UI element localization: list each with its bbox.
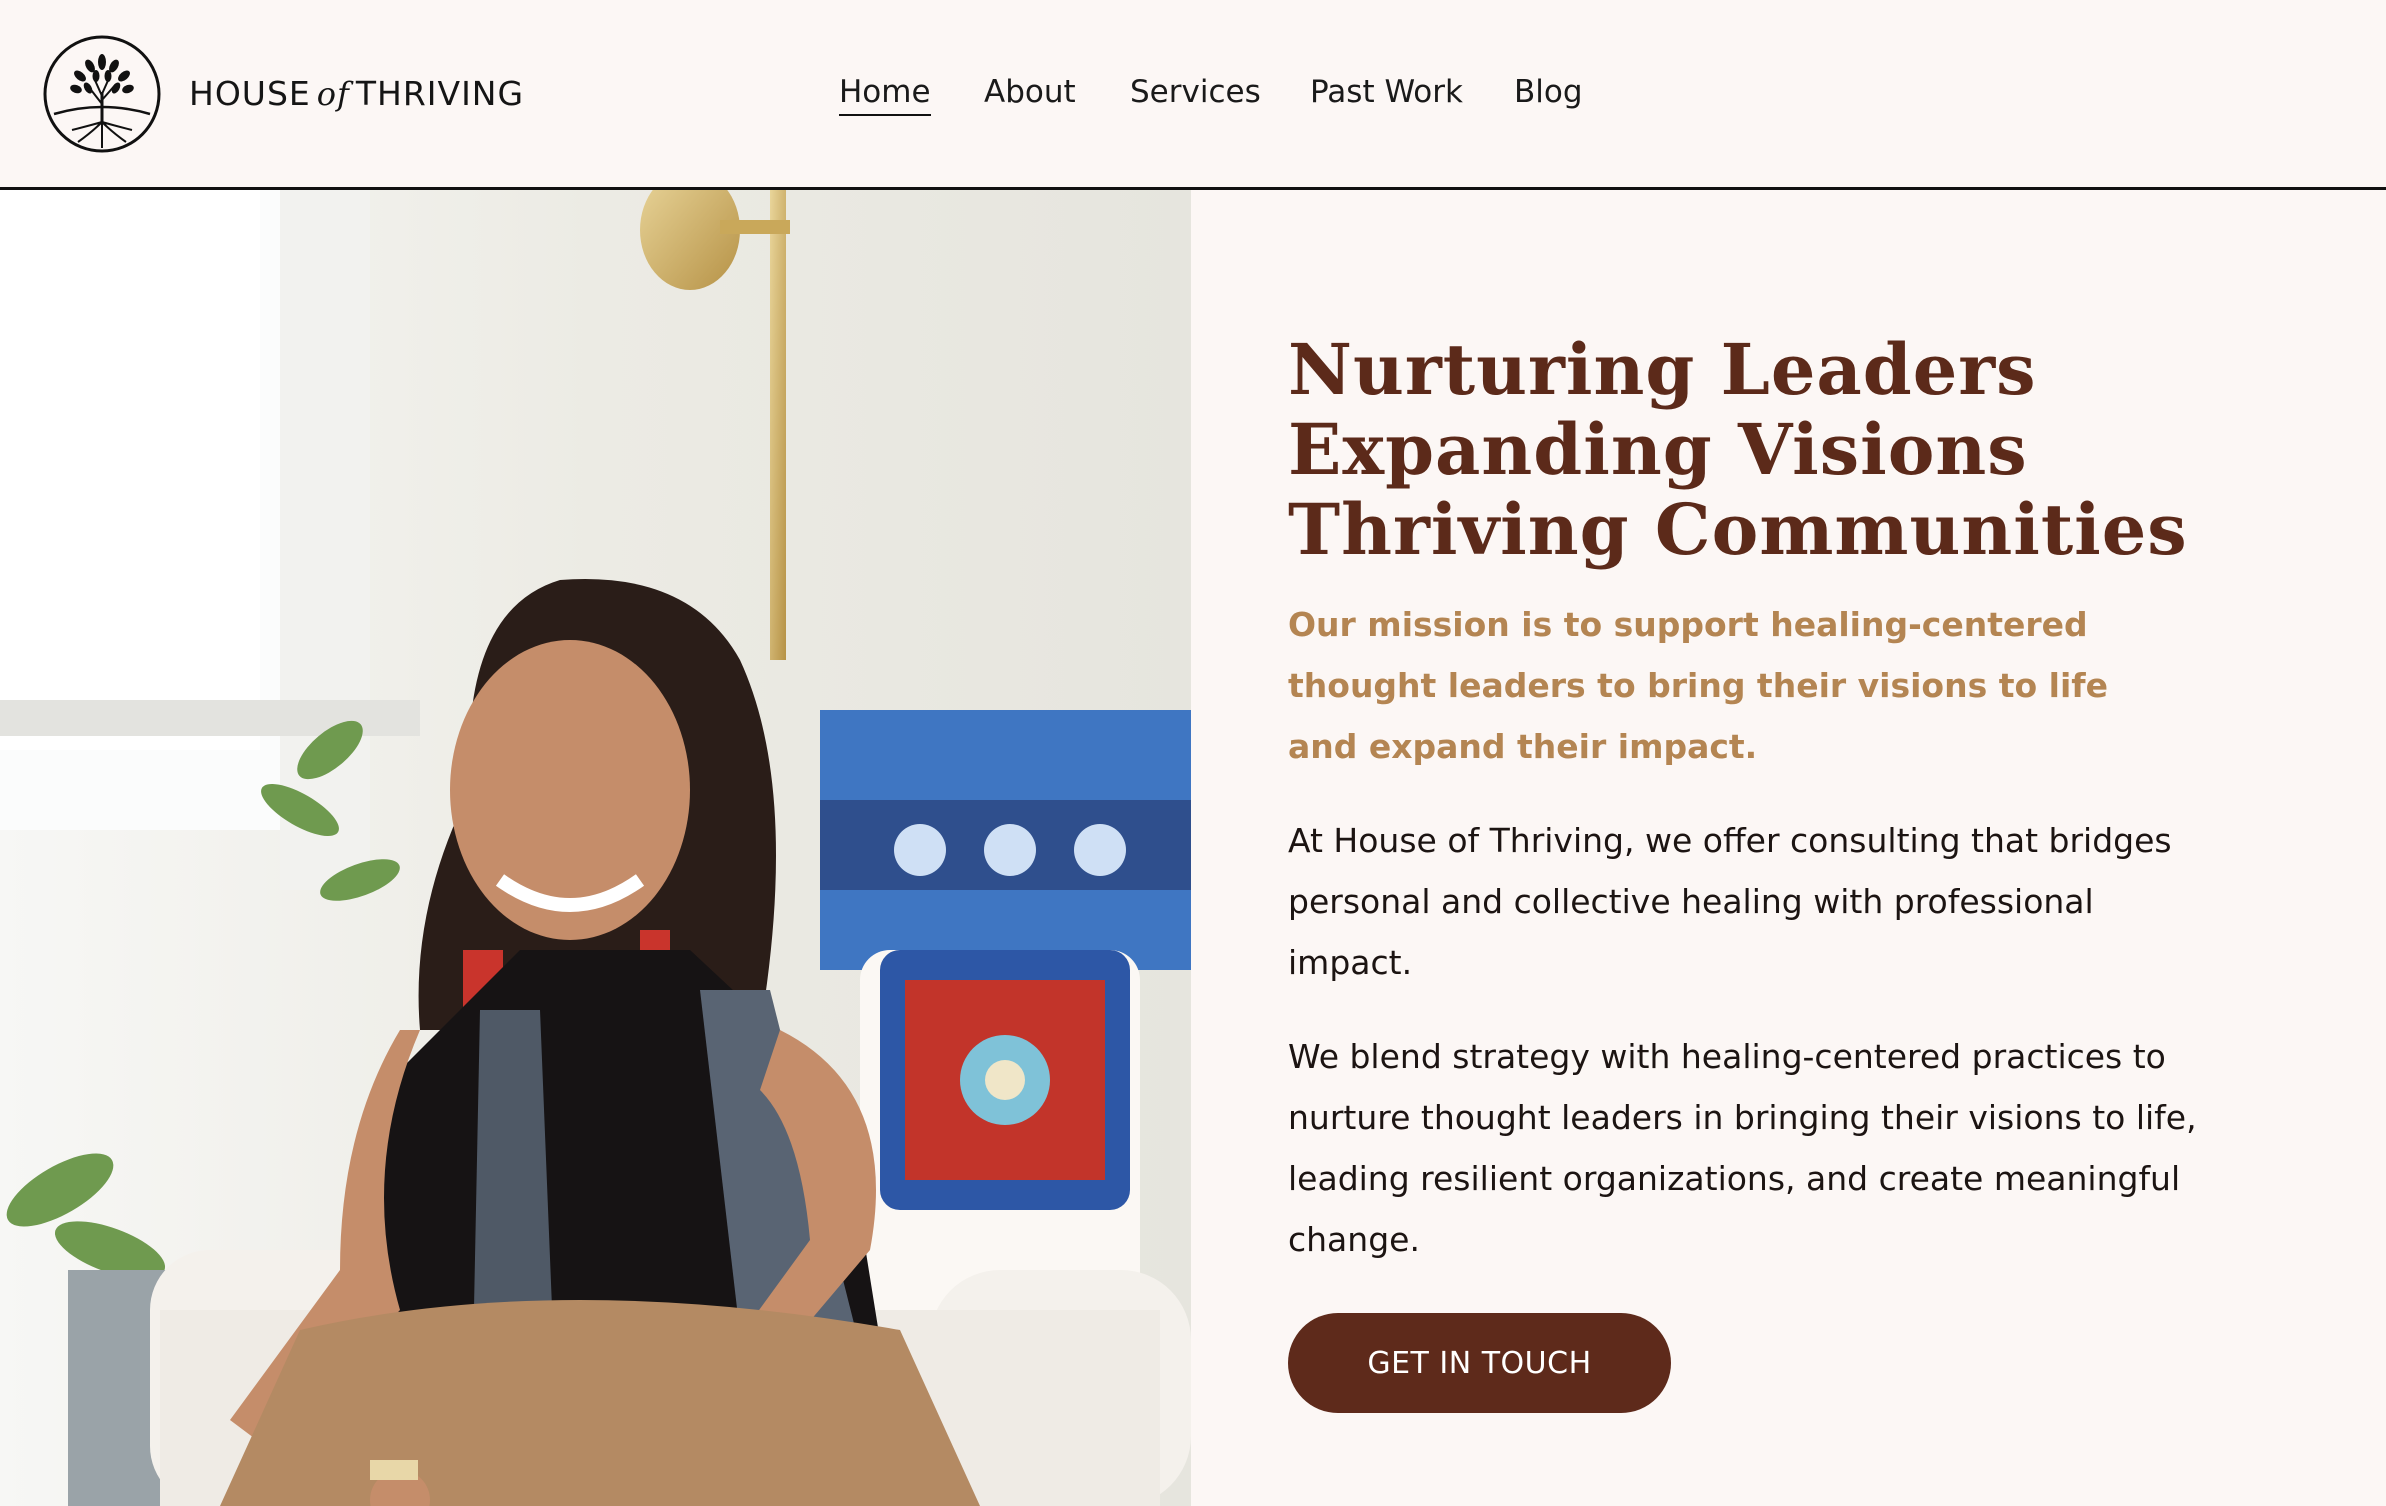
main-navigation: Home About Services Past Work Blog — [0, 74, 2386, 124]
nav-item-blog[interactable]: Blog — [1514, 74, 1583, 110]
headline-line-1: Nurturing Leaders — [1288, 328, 2037, 411]
get-in-touch-button[interactable]: GET IN TOUCH — [1288, 1313, 1671, 1413]
nav-item-services[interactable]: Services — [1130, 74, 1261, 110]
hero-headline: Nurturing Leaders Expanding Visions Thri… — [1288, 330, 2248, 570]
hero-portrait-photo — [0, 190, 1191, 1506]
hero-content: Nurturing Leaders Expanding Visions Thri… — [1288, 330, 2248, 1303]
headline-line-3: Thriving Communities — [1288, 488, 2188, 571]
nav-item-about[interactable]: About — [984, 74, 1076, 110]
mission-statement: Our mission is to support healing-center… — [1288, 605, 2109, 766]
nav-item-past-work[interactable]: Past Work — [1310, 74, 1463, 110]
intro-paragraph: At House of Thriving, we offer consultin… — [1288, 821, 2172, 982]
nav-item-home[interactable]: Home — [839, 74, 931, 116]
site-header: HOUSE of THRIVING Home About Services Past… — [0, 0, 2386, 190]
approach-paragraph: We blend strategy with healing-centered … — [1288, 1037, 2197, 1259]
headline-line-2: Expanding Visions — [1288, 408, 2028, 491]
